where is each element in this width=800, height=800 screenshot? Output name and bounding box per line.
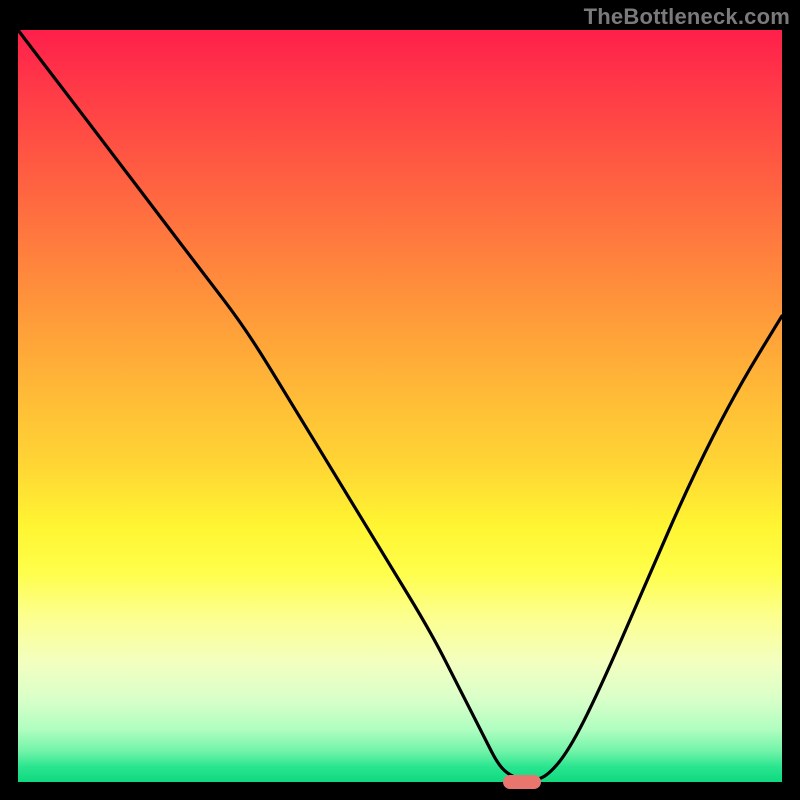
chart-frame: TheBottleneck.com (0, 0, 800, 800)
bottleneck-marker (503, 775, 541, 789)
plot-area (18, 30, 782, 782)
curve-path (18, 30, 782, 779)
bottleneck-curve (18, 30, 782, 782)
watermark-text: TheBottleneck.com (584, 4, 790, 30)
